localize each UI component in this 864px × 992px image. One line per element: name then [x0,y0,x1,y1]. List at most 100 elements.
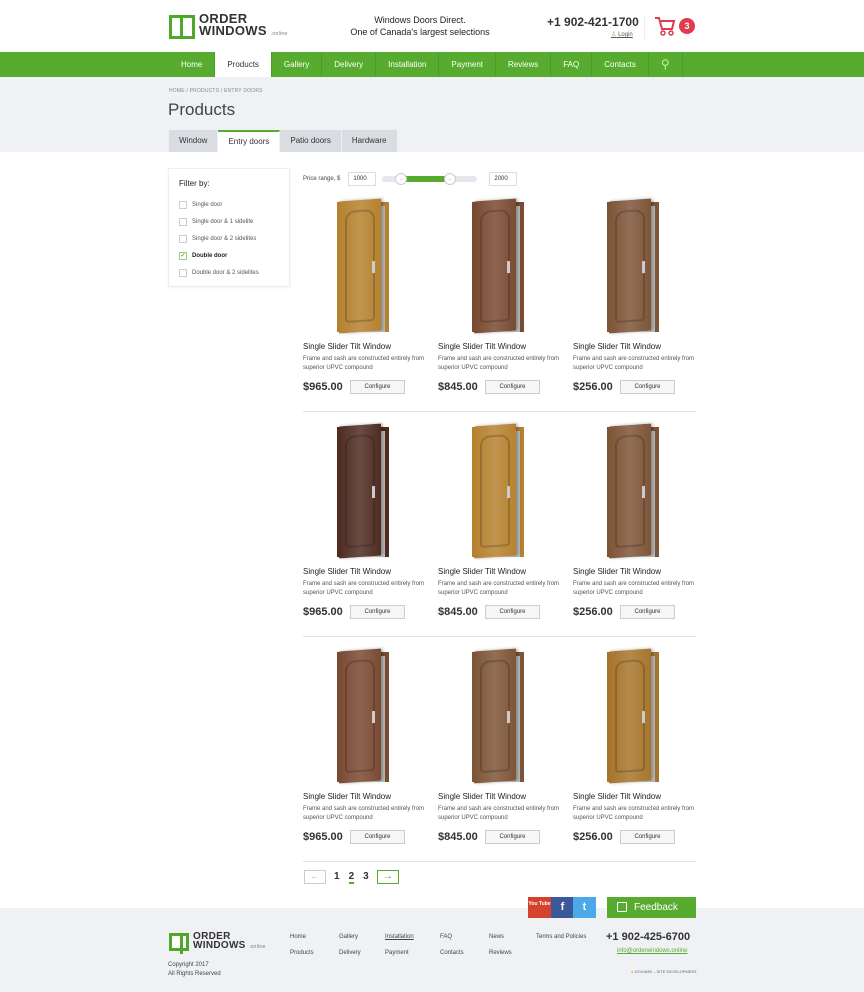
configure-button[interactable]: Configure [485,605,540,619]
product-title[interactable]: Single Slider Tilt Window [573,567,703,576]
product-title[interactable]: Single Slider Tilt Window [303,567,433,576]
configure-button[interactable]: Configure [620,605,675,619]
footer-link-faq[interactable]: FAQ [440,934,452,940]
price-max-input[interactable]: 2000 [489,172,518,186]
footer-link-contacts[interactable]: Contacts [440,950,464,956]
footer-link-news[interactable]: News [489,934,504,940]
nav-faq[interactable]: FAQ [551,52,593,77]
product-title[interactable]: Single Slider Tilt Window [438,342,568,351]
product-title[interactable]: Single Slider Tilt Window [438,792,568,801]
facebook-button[interactable]: f [551,897,574,918]
product-price: $256.00 [573,381,613,393]
header-phone[interactable]: +1 902-421-1700 [547,15,639,29]
feedback-label: Feedback [634,902,678,913]
price-slider[interactable]: ↔ ↔ [382,173,478,185]
configure-button[interactable]: Configure [350,605,405,619]
footer-link-products[interactable]: Products [290,950,314,956]
product-title[interactable]: Single Slider Tilt Window [573,792,703,801]
footer-email[interactable]: info@orderwindows.online [617,948,687,954]
nav-contacts[interactable]: Contacts [592,52,649,77]
door-image[interactable] [573,423,703,560]
slider-handle-max[interactable]: ↔ [443,173,456,185]
login-link[interactable]: ♙ Login [611,31,633,38]
page-1[interactable]: 1 [334,871,340,884]
prev-page-button[interactable]: ← [304,870,326,884]
nav-reviews[interactable]: Reviews [496,52,552,77]
footer-link-payment[interactable]: Payment [385,950,409,956]
feedback-button[interactable]: Feedback [607,897,696,918]
footer-link-terms-and-policies[interactable]: Terms and Policies [536,934,586,940]
product-title[interactable]: Single Slider Tilt Window [438,567,568,576]
configure-button[interactable]: Configure [485,380,540,394]
footer-phone[interactable]: +1 902-425-6700 [606,931,690,943]
checkbox[interactable] [179,234,187,243]
footer-link-installation[interactable]: Installation [385,934,414,940]
door-image[interactable] [303,423,433,560]
footer-link-reviews[interactable]: Reviews [489,950,512,956]
checkbox[interactable] [179,268,187,277]
slider-handle-min[interactable]: ↔ [395,173,408,185]
door-image[interactable] [438,423,568,560]
nav-gallery[interactable]: Gallery [272,52,323,77]
configure-button[interactable]: Configure [350,830,405,844]
checkbox[interactable] [179,218,187,227]
product-title[interactable]: Single Slider Tilt Window [303,342,433,351]
tab-window[interactable]: Window [169,130,219,152]
checkbox[interactable] [179,201,187,210]
door-leaf [609,648,651,784]
page-title: Products [168,100,236,119]
door-image[interactable] [303,198,433,335]
product-price: $965.00 [303,831,343,843]
door-leaf [339,423,381,559]
nav-products[interactable]: Products [215,52,272,78]
logo[interactable]: ORDER WINDOWS .online [169,12,288,40]
configure-button[interactable]: Configure [620,830,675,844]
nav-delivery[interactable]: Delivery [322,52,377,77]
breadcrumb[interactable]: HOME / PRODUCTS / ENTRY DOORS [169,88,263,94]
configure-button[interactable]: Configure [350,380,405,394]
nav-installation[interactable]: Installation [376,52,440,77]
product-description: Frame and sash are constructed entirely … [438,806,560,821]
door-image[interactable] [303,648,433,785]
product-footer: $965.00 Configure [303,830,433,844]
product-price: $256.00 [573,606,613,618]
door-image[interactable] [438,648,568,785]
filter-option[interactable]: Single door [179,197,279,214]
product-price: $845.00 [438,606,478,618]
product-title[interactable]: Single Slider Tilt Window [573,342,703,351]
configure-button[interactable]: Configure [620,380,675,394]
page-3[interactable]: 3 [363,871,369,884]
door-image[interactable] [438,198,568,335]
footer-logo[interactable]: ORDER WINDOWS .online [169,932,266,954]
checkbox[interactable]: ✓ [179,251,187,260]
search-icon[interactable]: ⚲ [649,52,683,77]
configure-button[interactable]: Configure [485,830,540,844]
youtube-button[interactable]: You Tube [528,897,551,918]
filter-option[interactable]: Double door & 2 sidelites [179,264,279,281]
page-2[interactable]: 2 [348,871,355,884]
filter-option[interactable]: Single door & 2 sidelites [179,231,279,248]
door-image[interactable] [573,648,703,785]
nav-home[interactable]: Home [169,52,216,77]
next-page-button[interactable]: → [376,870,399,884]
product-title[interactable]: Single Slider Tilt Window [303,792,433,801]
tab-hardware[interactable]: Hardware [341,130,398,152]
twitter-button[interactable]: t [573,897,596,918]
filter-option[interactable]: ✓ Double door [179,247,279,264]
filter-option-label: Double door & 2 sidelites [192,269,259,276]
footer-link-home[interactable]: Home [290,934,306,940]
cart-count-badge: 3 [679,18,695,34]
footer-link-gallery[interactable]: Gallery [339,934,358,940]
door-handle [642,485,645,499]
footer-link-delivery[interactable]: Delivery [339,950,361,956]
filter-option-label: Single door & 1 sidelite [192,219,254,226]
tab-patio-doors[interactable]: Patio doors [280,130,342,152]
filter-option[interactable]: Single door & 1 sidelite [179,214,279,231]
price-min-input[interactable]: 1000 [348,172,377,186]
developer-credit[interactable]: ● GOXAME – SITE DEVELOPMENT [631,969,697,974]
door-handle [372,710,375,724]
door-image[interactable] [573,198,703,335]
cart-icon[interactable] [654,16,676,36]
nav-payment[interactable]: Payment [439,52,496,77]
tab-entry-doors[interactable]: Entry doors [218,130,281,152]
